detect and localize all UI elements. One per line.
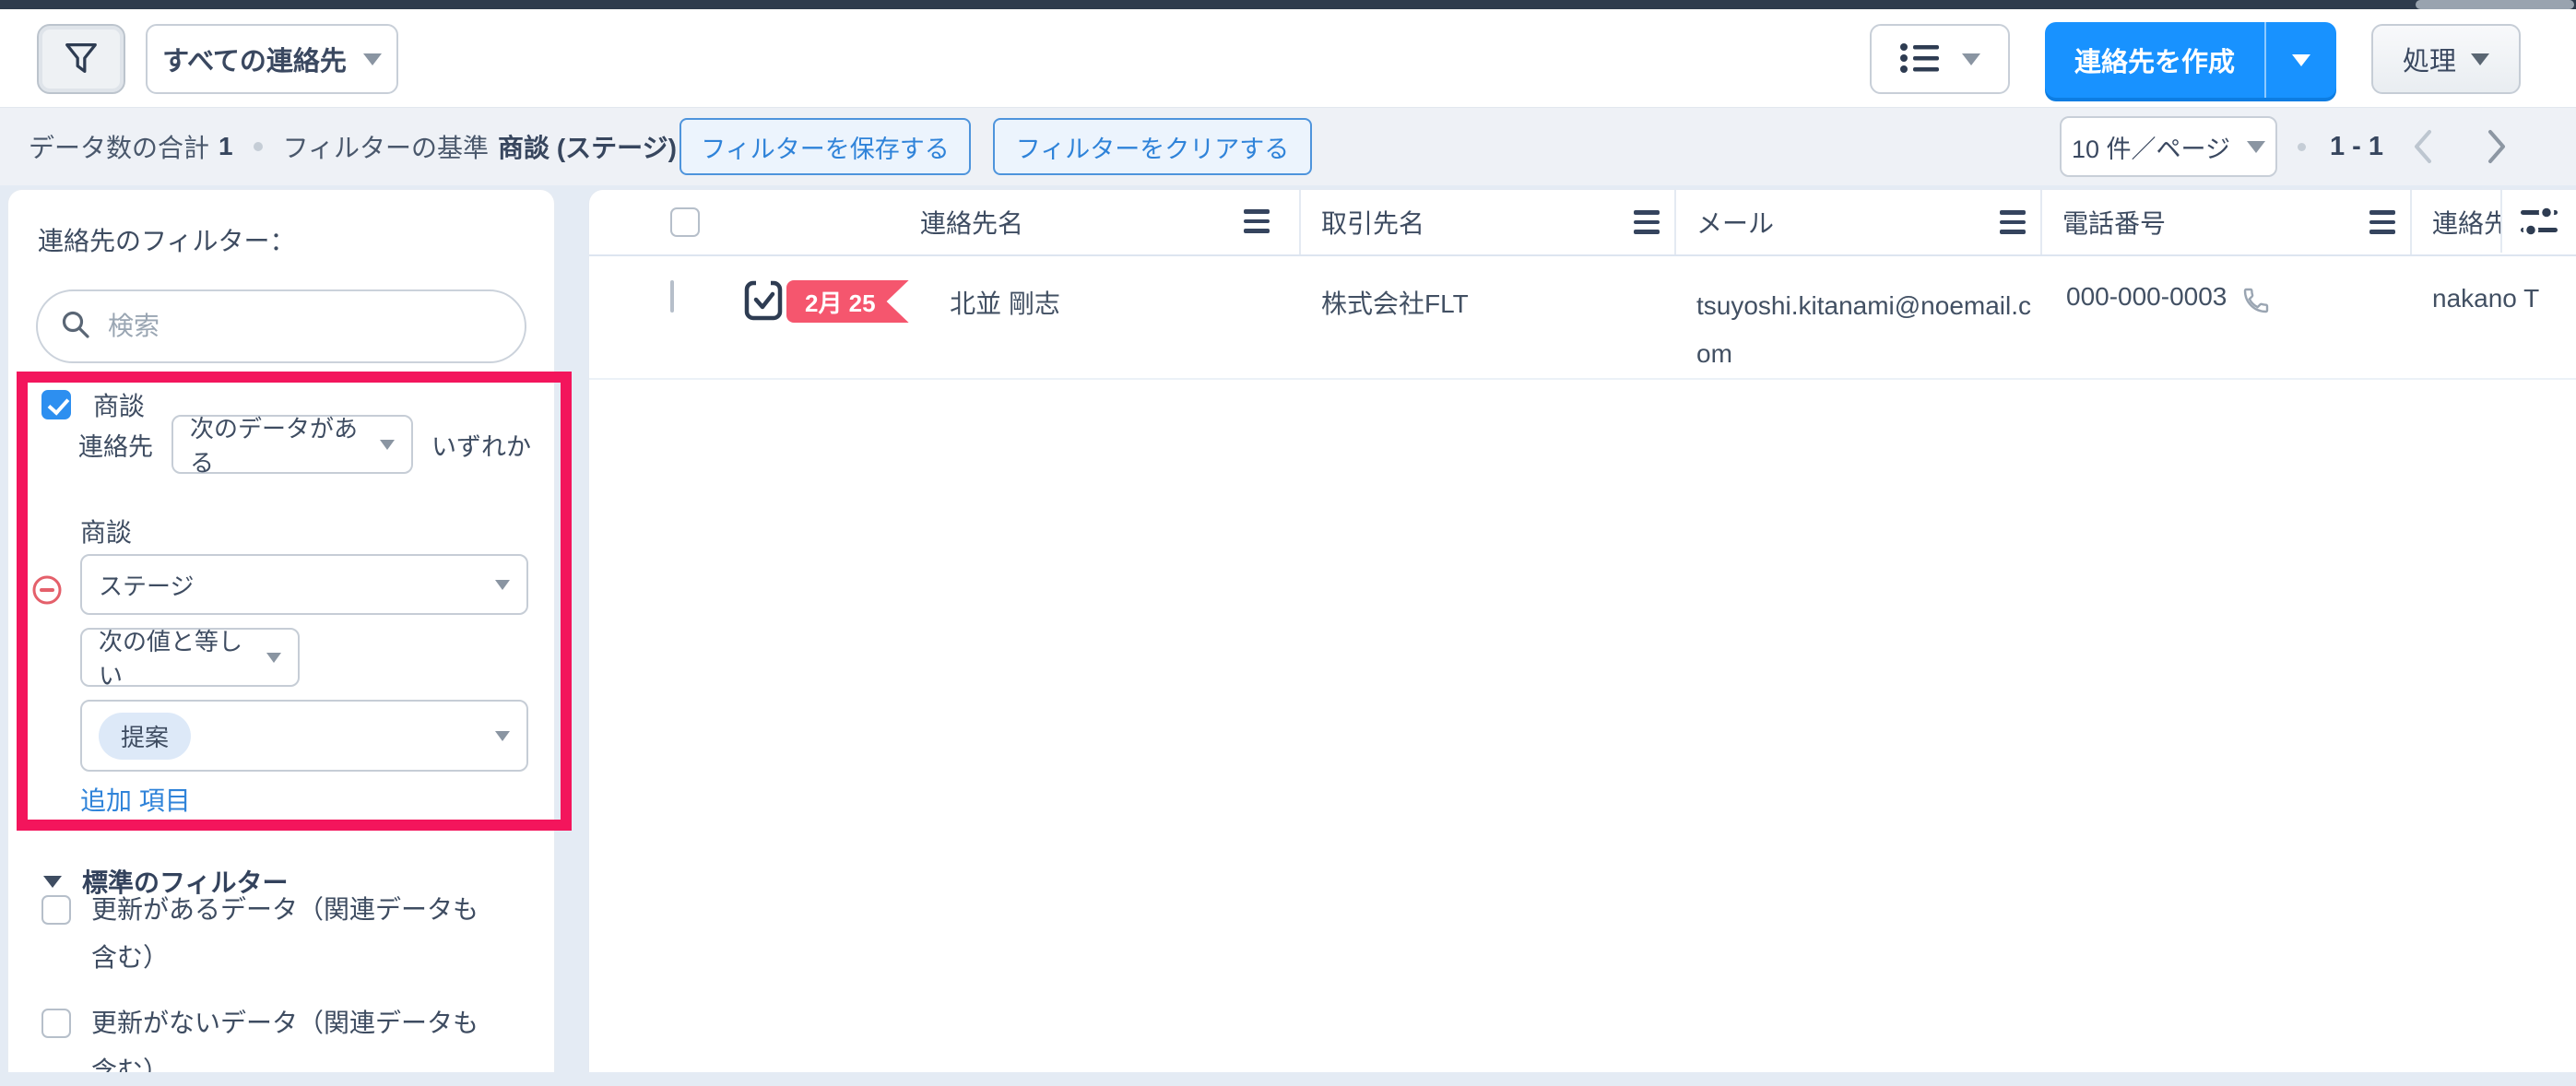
- email-cell: tsuyoshi.kitanami@noemail.com: [1676, 256, 2042, 378]
- actions-dropdown[interactable]: 処理: [2371, 24, 2521, 94]
- condition-operator-value: 次の値と等しい: [99, 628, 243, 690]
- column-menu-icon[interactable]: [2000, 210, 2026, 234]
- view-selector-dropdown[interactable]: すべての連絡先: [146, 24, 398, 94]
- table-header-row: 連絡先名 取引先名 メール 電話番号 連絡先: [589, 190, 2576, 256]
- field-value: ステージ: [99, 572, 195, 600]
- clear-filter-button[interactable]: フィルターをクリアする: [993, 118, 1312, 175]
- account-name-cell[interactable]: 株式会社FLT: [1301, 256, 1676, 378]
- create-contact-label: 連絡先を作成: [2074, 48, 2235, 77]
- search-input[interactable]: [106, 311, 502, 342]
- sidebar-title: 連絡先のフィルター：: [38, 227, 296, 255]
- relation-condition-row: 連絡先 次のデータがある いずれか: [78, 414, 531, 477]
- list-view-icon: [1899, 41, 1942, 77]
- filter-basis-value: 商談 (ステージ): [498, 134, 677, 162]
- header-select-cell: [589, 190, 709, 254]
- table-row[interactable]: 2月 25 北並 剛志 株式会社FLT tsuyoshi.kitanami@no…: [589, 256, 2576, 380]
- header-phone[interactable]: 電話番号: [2042, 190, 2412, 254]
- per-page-dropdown[interactable]: 10 件／ページ: [2060, 116, 2277, 177]
- column-title: 連絡先名: [919, 209, 1023, 238]
- save-filter-button[interactable]: フィルターを保存する: [679, 118, 971, 175]
- presence-operator-dropdown[interactable]: 次のデータがある: [171, 415, 413, 477]
- view-selector-label: すべての連絡先: [162, 47, 347, 77]
- header-email[interactable]: メール: [1676, 190, 2042, 254]
- horizontal-scrollbar-thumb[interactable]: [2416, 0, 2574, 9]
- standard-filter-option: 更新がないデータ（関連データも含む）: [41, 999, 497, 1072]
- chevron-down-icon: [495, 730, 510, 741]
- next-page-button[interactable]: [2475, 124, 2519, 169]
- total-count-label: データ数の合計: [29, 134, 210, 162]
- column-sliders-icon: [2521, 206, 2558, 237]
- chevron-down-icon: [380, 439, 395, 450]
- chevron-right-icon: [2488, 130, 2505, 163]
- phone-icon[interactable]: [2241, 286, 2271, 322]
- column-settings-button[interactable]: [2500, 190, 2576, 253]
- record-summary: データ数の合計 1 フィルターの基準 商談 (ステージ): [29, 108, 677, 185]
- related-module-label: 連絡先: [78, 432, 153, 461]
- phone-cell: 000-000-0003: [2042, 256, 2412, 378]
- value-chip: 提案: [99, 712, 192, 760]
- toolbar: すべての連絡先 連絡先を作成 処理: [0, 9, 2576, 107]
- standard-filter-option: 更新があるデータ（関連データも含む）: [41, 886, 497, 982]
- open-task-icon[interactable]: [742, 277, 785, 329]
- actions-label: 処理: [2402, 47, 2456, 77]
- contacts-table: 連絡先名 取引先名 メール 電話番号 連絡先 2月 25 北並 剛志 株式会社F…: [588, 189, 2576, 1072]
- deal-filter-checkbox[interactable]: [41, 390, 71, 419]
- header-contact-name[interactable]: 連絡先名: [709, 190, 1301, 254]
- untouched-records-checkbox[interactable]: [41, 1009, 71, 1038]
- value-dropdown[interactable]: 提案: [80, 700, 528, 772]
- filter-search-box: [36, 289, 526, 363]
- untouched-records-label: 更新がないデータ（関連データも含む）: [91, 1009, 479, 1072]
- chevron-down-icon: [1962, 53, 1980, 65]
- top-scrollbar-track: [0, 0, 2576, 9]
- column-menu-icon[interactable]: [2369, 210, 2395, 234]
- chevron-down-icon: [362, 53, 382, 65]
- header-account-name[interactable]: 取引先名: [1301, 190, 1676, 254]
- filter-toggle-button[interactable]: [37, 24, 125, 94]
- email-link[interactable]: tsuyoshi.kitanami@noemail.com: [1696, 291, 2031, 368]
- touched-records-label: 更新があるデータ（関連データも含む）: [91, 895, 479, 972]
- row-select-cell: [589, 256, 709, 378]
- column-menu-icon[interactable]: [1634, 210, 1660, 234]
- funnel-icon: [62, 39, 100, 80]
- chevron-down-icon: [495, 579, 510, 590]
- create-contact-more-button[interactable]: [2264, 22, 2336, 98]
- dot-separator: [2298, 143, 2306, 151]
- chevron-down-icon: [2471, 53, 2489, 65]
- filter-sidebar: 連絡先のフィルター： 商談 連絡先 次のデータがある いずれか 商談 ステージ: [7, 189, 555, 1072]
- row-checkbox[interactable]: [670, 280, 674, 313]
- create-contact-button[interactable]: 連絡先を作成: [2045, 22, 2264, 98]
- filter-basis-label: フィルターの基準: [282, 134, 490, 162]
- list-view-style-dropdown[interactable]: [1870, 24, 2010, 94]
- column-title: メール: [1696, 209, 1775, 238]
- select-all-checkbox[interactable]: [670, 207, 700, 237]
- record-range: 1 - 1: [2330, 131, 2384, 161]
- search-icon: [60, 309, 91, 345]
- condition-module-label: 商談: [80, 518, 133, 547]
- chevron-down-icon: [2292, 53, 2310, 66]
- chevron-down-icon: [2247, 140, 2265, 153]
- contact-name-cell: 2月 25 北並 剛志: [709, 256, 1301, 378]
- phone-number[interactable]: 000-000-0003: [2066, 282, 2227, 312]
- column-title: 取引先名: [1321, 209, 1425, 238]
- create-contact-split-button: 連絡先を作成: [2045, 22, 2336, 98]
- contact-owner-cell[interactable]: nakano T: [2412, 256, 2576, 378]
- crm-contacts-screen: すべての連絡先 連絡先を作成 処理 データ数の合計 1 フィルターの基準 商談 …: [0, 0, 2576, 1086]
- add-item-link[interactable]: 追加 項目: [80, 781, 191, 818]
- previous-page-button[interactable]: [2401, 124, 2445, 169]
- column-menu-icon[interactable]: [1244, 209, 1270, 233]
- presence-operator-value: 次のデータがある: [190, 415, 359, 477]
- per-page-label: 10 件／ページ: [2072, 135, 2230, 163]
- match-type-label: いずれか: [431, 432, 531, 461]
- chevron-down-icon: [266, 652, 281, 663]
- dot-separator: [253, 142, 263, 151]
- column-title: 連絡先: [2432, 209, 2511, 238]
- summary-bar: データ数の合計 1 フィルターの基準 商談 (ステージ) フィルターを保存する …: [0, 107, 2576, 185]
- field-dropdown[interactable]: ステージ: [80, 554, 528, 615]
- touched-records-checkbox[interactable]: [41, 895, 71, 925]
- total-count-value: 1: [219, 132, 233, 160]
- chevron-left-icon: [2415, 130, 2431, 163]
- condition-operator-dropdown[interactable]: 次の値と等しい: [80, 628, 300, 690]
- column-title: 電話番号: [2062, 209, 2167, 238]
- remove-condition-icon[interactable]: [30, 573, 64, 611]
